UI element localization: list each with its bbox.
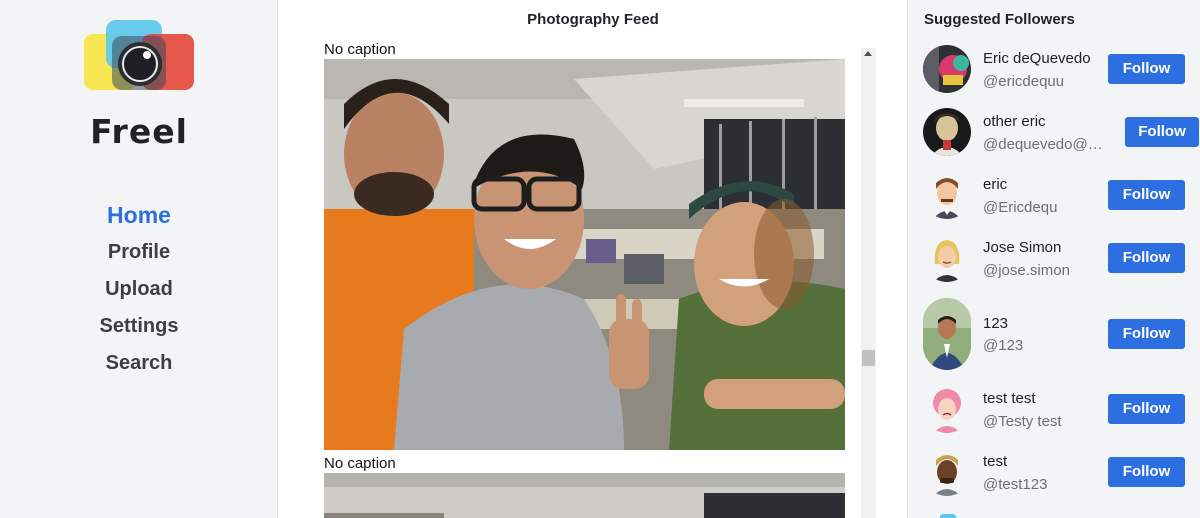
avatar-partial-icon [940, 514, 956, 518]
post-caption: No caption [324, 455, 396, 472]
photo-man-avatar-icon [923, 298, 971, 370]
group-selfie-photo[interactable] [324, 59, 845, 450]
follower-handle: @ericdequu [983, 73, 1065, 90]
brand-name: Freel [90, 112, 188, 151]
follower-handle: @jose.simon [983, 262, 1070, 279]
cartoon-woman-avatar-icon [923, 234, 971, 282]
follower-name: Jose Simon [983, 239, 1062, 256]
cartoon-dark-avatar-icon [923, 448, 971, 496]
follower-name: other eric [983, 113, 1046, 130]
feed-scroll-area[interactable]: No caption No caption [324, 40, 877, 518]
freel-logo-icon[interactable] [84, 20, 196, 96]
follower-name: 123 [983, 315, 1009, 332]
follower-handle: @Testy test [983, 413, 1062, 430]
follower-name: test [983, 453, 1008, 470]
follower-handle: @Ericdequ [983, 199, 1058, 216]
office-ceiling-photo[interactable] [324, 473, 845, 518]
suggested-followers-panel: Suggested Followers Eric deQuevedo @eric… [907, 0, 1200, 518]
nav-home[interactable]: Home [0, 198, 278, 236]
follower-name: test test [983, 390, 1036, 407]
cartoon-pink-avatar-icon [923, 385, 971, 433]
follow-button[interactable]: Follow [1108, 243, 1185, 273]
cartoon-man-avatar-icon [923, 171, 971, 219]
follower-name: eric [983, 176, 1008, 193]
follow-button[interactable]: Follow [1108, 394, 1185, 424]
nav-settings[interactable]: Settings [0, 310, 278, 347]
nav-search[interactable]: Search [0, 347, 278, 384]
scroll-up-arrow-icon[interactable] [864, 51, 872, 56]
follower-handle: @test123 [983, 476, 1048, 493]
follow-button[interactable]: Follow [1108, 319, 1185, 349]
abstract-avatar-icon [923, 45, 971, 93]
main-nav: Home Profile Upload Settings Search [0, 198, 278, 384]
follower-handle: @dequevedo@gmail.com [983, 136, 1111, 153]
post: No caption [324, 454, 877, 518]
nav-upload[interactable]: Upload [0, 273, 278, 310]
follow-button[interactable]: Follow [1108, 54, 1185, 84]
post: No caption [324, 40, 877, 450]
follow-button[interactable]: Follow [1108, 180, 1185, 210]
nav-profile[interactable]: Profile [0, 236, 278, 273]
follow-button[interactable]: Follow [1125, 117, 1199, 147]
photo-feed: Photography Feed No caption No caption [279, 0, 907, 518]
feed-scrollbar[interactable] [861, 48, 876, 518]
post-caption: No caption [324, 41, 396, 58]
feed-title: Photography Feed [527, 11, 659, 28]
follower-handle: @123 [983, 337, 1024, 354]
follower-name: Eric deQuevedo [983, 50, 1091, 67]
suggested-title: Suggested Followers [924, 11, 1075, 28]
follow-button[interactable]: Follow [1108, 457, 1185, 487]
scroll-thumb[interactable] [862, 350, 875, 366]
left-sidebar: Freel Home Profile Upload Settings Searc… [0, 0, 278, 518]
portrait-avatar-icon [923, 108, 971, 156]
